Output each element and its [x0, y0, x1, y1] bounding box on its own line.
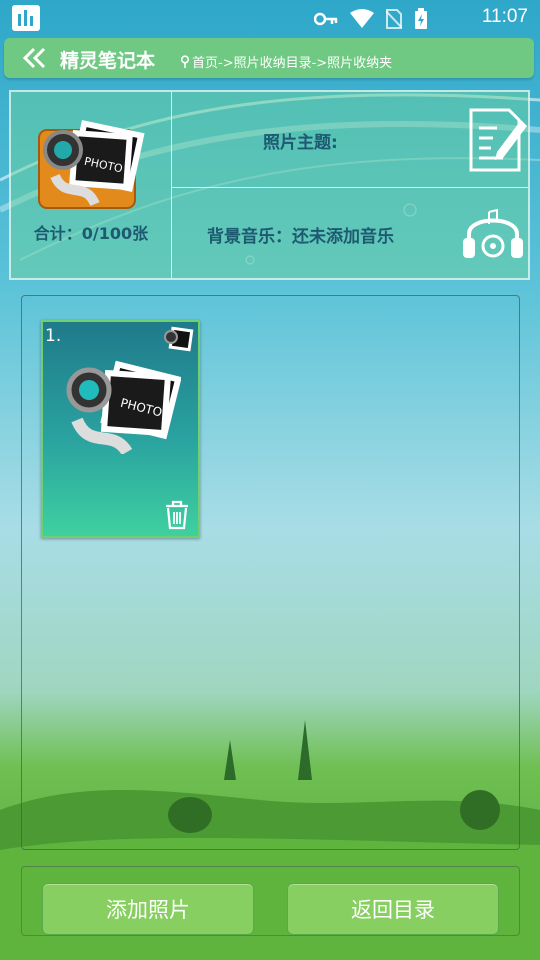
status-bar: 11:07: [0, 0, 540, 36]
photo-total-count: 合计：0/100张: [33, 224, 149, 243]
breadcrumb-text: 首页->照片收纳目录->照片收纳夹: [192, 56, 393, 71]
no-sim-icon: [386, 9, 402, 29]
status-time: 11:07: [481, 6, 528, 27]
bottom-action-bar: 添加照片 返回目录: [21, 866, 520, 936]
breadcrumb: 首页->照片收纳目录->照片收纳夹: [180, 52, 392, 71]
add-photo-button[interactable]: 添加照片: [42, 883, 254, 935]
photo-theme-label: 照片主题:: [263, 133, 338, 153]
photo-index: 1.: [45, 326, 62, 346]
photo-image: PHOTO: [66, 360, 181, 454]
battery-charging-icon: [415, 8, 427, 29]
album-header-panel: PHOTO 合计：0/100张 照片主题: 背景音乐：还未添加音乐: [9, 90, 530, 280]
wifi-icon: [350, 9, 374, 28]
background-music-label: 背景音乐：还未添加音乐: [207, 227, 394, 247]
location-pin-icon: [180, 55, 190, 68]
back-to-catalog-button[interactable]: 返回目录: [287, 883, 499, 935]
edit-document-icon[interactable]: [467, 106, 527, 174]
key-icon: [314, 12, 338, 26]
divider: [172, 187, 528, 188]
delete-trash-icon[interactable]: [164, 500, 190, 530]
title-bar: 精灵笔记本 首页->照片收纳目录->照片收纳夹: [4, 38, 534, 78]
photo-grid: 1. PHOTO: [21, 295, 520, 850]
headphones-music-icon[interactable]: [461, 204, 525, 264]
photo-card[interactable]: 1. PHOTO: [41, 320, 200, 538]
app-notification-icon: [12, 5, 40, 31]
photo-album-icon: PHOTO: [38, 120, 145, 209]
divider: [171, 92, 172, 278]
back-chevron-button[interactable]: [20, 44, 50, 72]
app-title: 精灵笔记本: [60, 50, 156, 72]
photo-thumbnail-icon: [164, 326, 194, 352]
